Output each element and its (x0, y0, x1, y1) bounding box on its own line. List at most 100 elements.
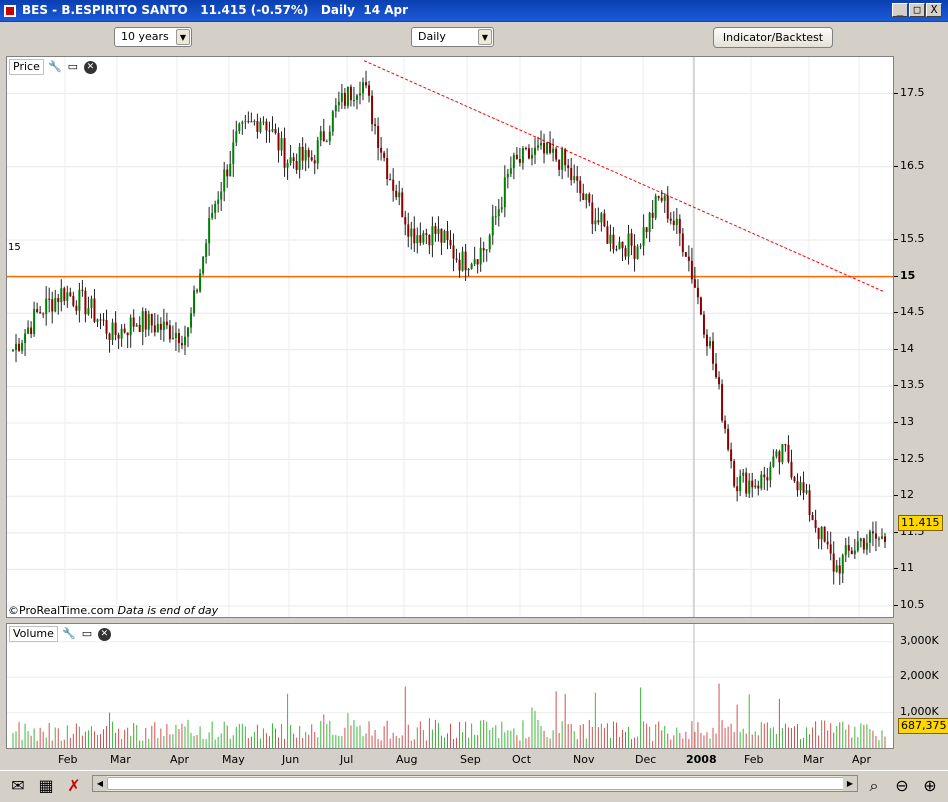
watermark-text: ©ProRealTime.com (8, 604, 115, 617)
candle-body (555, 148, 558, 160)
candle-body (705, 334, 708, 347)
candle-body (645, 227, 648, 233)
zoom-fit-icon[interactable]: ⌕ (862, 774, 886, 798)
candle-body (853, 550, 856, 555)
x-axis-label: Oct (512, 753, 532, 766)
candle-body (416, 235, 419, 244)
candle-body (636, 246, 639, 259)
maximize-button[interactable]: □ (909, 3, 925, 17)
candle-body (874, 533, 877, 539)
candle-body (485, 249, 488, 251)
candle-body (530, 154, 533, 159)
candle-body (150, 313, 153, 326)
candle-body (576, 176, 579, 181)
volume-chart-panel[interactable]: Volume 🔧 ▭ ✕ (6, 623, 894, 749)
scroll-thumb[interactable] (107, 777, 847, 790)
candle-body (18, 343, 21, 351)
candle-body (618, 241, 621, 250)
candle-body (355, 95, 358, 101)
window-title: BES - B.ESPIRITO SANTO 11.415 (-0.57%) D… (22, 3, 409, 17)
wrench-icon[interactable]: 🔧 (48, 60, 62, 74)
chevron-down-icon[interactable]: ▼ (176, 29, 190, 45)
candle-body (518, 158, 521, 163)
candle-body (232, 142, 235, 164)
close-button[interactable]: X (926, 3, 942, 17)
tick-mark (894, 385, 898, 387)
candle-body (829, 544, 832, 554)
x-axis-label: May (222, 753, 245, 766)
candle-body (799, 482, 802, 491)
period-select-value: 10 years (121, 30, 169, 43)
period-select[interactable]: 10 years ▼ (114, 27, 192, 47)
window-icon[interactable]: ▭ (80, 627, 94, 641)
candle-body (123, 328, 126, 333)
candle-body (549, 142, 552, 153)
tick-mark (894, 165, 898, 167)
candle-body (69, 292, 72, 296)
candle-body (87, 308, 90, 315)
price-y-tick: 10.5 (900, 598, 925, 612)
candle-body (383, 152, 386, 158)
scroll-left-arrow[interactable]: ◀ (93, 776, 107, 791)
candle-body (503, 177, 506, 208)
candle-body (36, 309, 39, 313)
candle-body (159, 323, 162, 330)
x-axis-label: Mar (803, 753, 824, 766)
candle-body (627, 233, 630, 257)
candle-body (672, 220, 675, 225)
mail-icon[interactable]: ✉ (6, 774, 30, 798)
candle-body (757, 485, 760, 489)
candle-body (377, 125, 380, 148)
candle-body (811, 514, 814, 521)
wrench-icon[interactable]: 🔧 (62, 627, 76, 641)
interval-select[interactable]: Daily ▼ (411, 27, 494, 47)
price-y-tick: 15 (900, 268, 916, 282)
candle-body (751, 480, 754, 488)
candle-body (15, 343, 18, 351)
price-chart-panel[interactable]: Price 🔧 ▭ ✕ (6, 56, 894, 618)
scroll-right-arrow[interactable]: ▶ (843, 776, 857, 791)
candle-body (715, 363, 718, 378)
candle-body (322, 131, 325, 142)
candle-body (135, 324, 138, 327)
candle-body (772, 456, 775, 467)
chevron-down-icon[interactable]: ▼ (478, 29, 492, 45)
candle-body (187, 327, 190, 337)
candle-body (229, 163, 232, 177)
window-icon[interactable]: ▭ (66, 60, 80, 74)
candle-body (371, 95, 374, 125)
candle-body (153, 325, 156, 333)
candle-body (733, 461, 736, 487)
candle-body (39, 312, 42, 314)
candle-body (247, 121, 250, 123)
candle-body (491, 216, 494, 236)
tick-mark (894, 495, 898, 497)
candle-body (497, 209, 500, 217)
horizontal-scrollbar[interactable]: ◀ ▶ (92, 775, 858, 792)
candle-body (585, 193, 588, 200)
zoom-in-icon[interactable]: ⊕ (918, 774, 942, 798)
price-chart[interactable] (7, 57, 893, 617)
candle-body (624, 248, 627, 257)
candle-body (651, 212, 654, 218)
candle-body (865, 542, 868, 550)
candle-body (748, 480, 751, 494)
candle-body (425, 233, 428, 235)
candle-body (775, 451, 778, 457)
close-icon[interactable]: ✕ (97, 627, 111, 641)
candle-body (57, 297, 60, 303)
disconnect-icon[interactable]: ✗ (62, 774, 86, 798)
zoom-out-icon[interactable]: ⊖ (890, 774, 914, 798)
price-y-tick: 12 (900, 488, 914, 502)
candle-body (793, 477, 796, 482)
candle-body (27, 327, 30, 334)
minimize-button[interactable]: _ (892, 3, 908, 17)
chart-settings-icon[interactable]: ▦ (34, 774, 58, 798)
tick-mark (894, 531, 898, 533)
candle-body (488, 235, 491, 250)
trend-line[interactable] (363, 60, 884, 292)
indicator-backtest-button[interactable]: Indicator/Backtest (713, 27, 833, 48)
close-icon[interactable]: ✕ (83, 60, 97, 74)
candle-body (256, 121, 259, 132)
volume-chart[interactable] (7, 624, 893, 748)
